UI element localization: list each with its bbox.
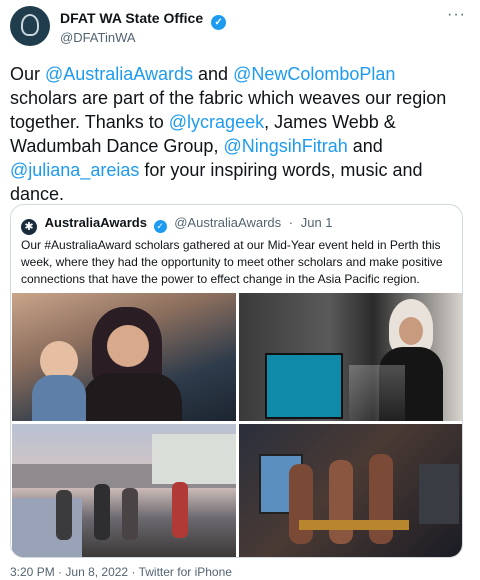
photo-speaker-at-podium[interactable] xyxy=(239,293,462,421)
tweet-time[interactable]: 3:20 PM xyxy=(10,565,55,579)
quoted-date[interactable]: Jun 1 xyxy=(301,215,333,230)
australia-awards-logo-icon: ✱ xyxy=(21,219,37,235)
photo-group-on-jetty[interactable] xyxy=(12,424,236,557)
quoted-tweet[interactable]: ✱ AustraliaAwards ✓ @AustraliaAwards · J… xyxy=(10,204,463,558)
tweet-text-part: Our xyxy=(10,64,46,84)
mention-link[interactable]: @juliana_areias xyxy=(10,160,139,180)
separator-dot: · xyxy=(288,215,294,230)
tweet-header: DFAT WA State Office ✓ @DFATinWA ··· xyxy=(10,6,470,50)
quoted-author-name[interactable]: AustraliaAwards xyxy=(45,215,147,230)
quoted-tweet-header: ✱ AustraliaAwards ✓ @AustraliaAwards · J… xyxy=(21,215,333,235)
avatar[interactable] xyxy=(10,6,50,46)
mention-link[interactable]: @NingsihFitrah xyxy=(223,136,347,156)
photo-woman-with-child[interactable] xyxy=(12,293,236,421)
tweet-text-part: and xyxy=(193,64,234,84)
tweet-text-part: and xyxy=(347,136,383,156)
tweet-date[interactable]: Jun 8, 2022 xyxy=(65,565,128,579)
tweet-text: Our @AustraliaAwards and @NewColomboPlan… xyxy=(10,62,465,206)
mention-link[interactable]: @NewColomboPlan xyxy=(233,64,395,84)
media-grid xyxy=(12,293,462,557)
more-options-icon[interactable]: ··· xyxy=(447,6,466,24)
author-name-text: DFAT WA State Office xyxy=(60,10,204,26)
author-handle[interactable]: @DFATinWA xyxy=(60,30,136,45)
quoted-author-handle[interactable]: @AustraliaAwards xyxy=(174,215,281,230)
verified-badge-icon: ✓ xyxy=(211,15,227,30)
author-name[interactable]: DFAT WA State Office ✓ xyxy=(60,10,227,30)
tweet-footer: 3:20 PM · Jun 8, 2022 · Twitter for iPho… xyxy=(10,565,232,579)
separator-dot: · xyxy=(131,565,136,579)
tweet-source[interactable]: Twitter for iPhone xyxy=(139,565,232,579)
coat-of-arms-icon xyxy=(21,14,39,36)
separator-dot: · xyxy=(58,565,63,579)
verified-badge-icon: ✓ xyxy=(153,220,167,233)
mention-link[interactable]: @lycrageek xyxy=(169,112,264,132)
mention-link[interactable]: @AustraliaAwards xyxy=(45,64,193,84)
quoted-tweet-text: Our #AustraliaAward scholars gathered at… xyxy=(21,238,443,286)
photo-dance-performance[interactable] xyxy=(239,424,462,557)
